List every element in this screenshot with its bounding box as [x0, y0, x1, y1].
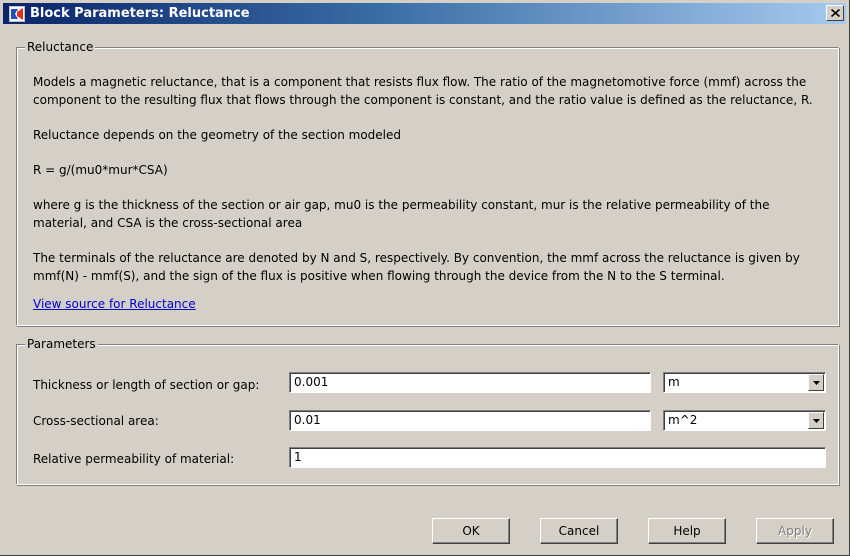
view-source-link[interactable]: View source for Reluctance	[33, 296, 196, 313]
cancel-button[interactable]: Cancel	[540, 518, 618, 544]
chevron-down-icon	[812, 418, 820, 423]
cross-sectional-area-input[interactable]: 0.01	[289, 410, 651, 431]
ok-button[interactable]: OK	[432, 518, 510, 544]
simulink-block-icon	[9, 6, 25, 22]
relative-permeability-input[interactable]: 1	[289, 447, 826, 468]
title-bar[interactable]: Block Parameters: Reluctance	[3, 3, 846, 24]
description-text: Reluctance depends on the geometry of th…	[33, 128, 401, 142]
parameters-group-legend: Parameters	[25, 337, 98, 351]
description-text: component to the resulting flux that flo…	[33, 93, 813, 107]
thickness-unit-value: m	[668, 375, 680, 389]
thickness-unit-select[interactable]: m	[663, 372, 826, 393]
cross-sectional-area-unit-value: m^2	[668, 413, 698, 427]
window-title: Block Parameters: Reluctance	[30, 6, 250, 21]
description-text: The terminals of the reluctance are deno…	[33, 251, 800, 265]
dropdown-button[interactable]	[808, 412, 824, 429]
description-text: material, and CSA is the cross-sectional…	[33, 216, 303, 230]
dropdown-button[interactable]	[808, 374, 824, 391]
thickness-label: Thickness or length of section or gap:	[33, 378, 260, 392]
relative-permeability-label: Relative permeability of material:	[33, 452, 235, 466]
chevron-down-icon	[812, 380, 820, 385]
help-button[interactable]: Help	[648, 518, 726, 544]
apply-button[interactable]: Apply	[756, 518, 834, 544]
thickness-input[interactable]: 0.001	[289, 372, 651, 393]
dialog-window: Block Parameters: Reluctance Reluctance …	[0, 0, 850, 556]
description-text: Models a magnetic reluctance, that is a …	[33, 75, 807, 89]
equation-text: R = g/(mu0*mur*CSA)	[33, 163, 168, 177]
cross-sectional-area-unit-select[interactable]: m^2	[663, 410, 826, 431]
close-icon	[830, 9, 840, 17]
close-button[interactable]	[826, 5, 844, 21]
description-text: mmf(N) - mmf(S), and the sign of the flu…	[33, 269, 725, 283]
description-group-legend: Reluctance	[25, 40, 96, 54]
cross-sectional-area-label: Cross-sectional area:	[33, 414, 159, 428]
description-text: where g is the thickness of the section …	[33, 198, 770, 212]
